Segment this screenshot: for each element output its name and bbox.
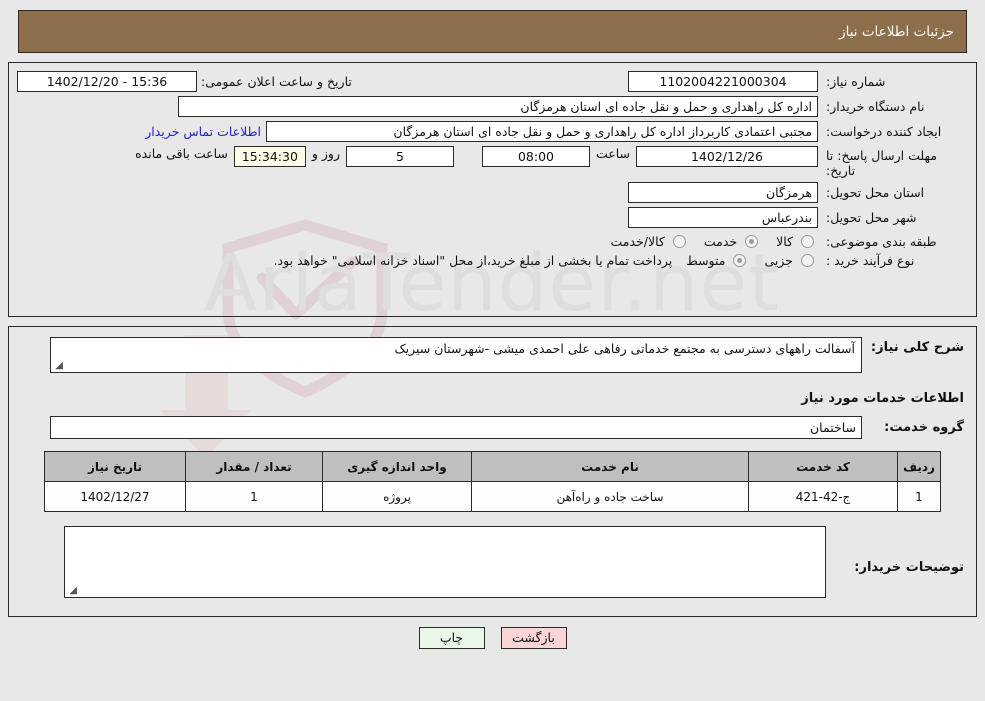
radio-category-goods[interactable] — [801, 235, 814, 248]
buyer-notes-value[interactable]: ◢ — [64, 526, 826, 598]
row-buyer-notes: توضیحات خریدار: ◢ — [17, 526, 968, 604]
cell-need-date: 1402/12/27 — [44, 481, 186, 512]
th-unit: واحد اندازه گیری — [322, 451, 472, 482]
row-creator: ایجاد کننده درخواست: مجتبی اعتمادی کاربر… — [9, 121, 976, 142]
radio-category-goods-service-label: کالا/خدمت — [610, 234, 665, 249]
remaining-time-suffix: ساعت باقی مانده — [135, 146, 228, 161]
print-button[interactable]: چاپ — [418, 627, 485, 649]
province-label: استان محل تحویل: — [826, 185, 925, 200]
public-announce-label: تاریخ و ساعت اعلان عمومی: — [201, 74, 352, 89]
need-number-label: شماره نیاز: — [826, 74, 886, 89]
need-detail-panel: شرح کلی نیاز: آسفالت راههای دسترسی به مج… — [8, 326, 977, 617]
creator-label: ایجاد کننده درخواست: — [826, 124, 942, 139]
services-section-title: اطلاعات خدمات مورد نیاز — [801, 391, 964, 406]
cell-name: ساخت جاده و راه‌آهن — [471, 481, 749, 512]
deadline-label: مهلت ارسال پاسخ: تا تاریخ: — [826, 148, 937, 178]
remaining-days-value: 5 — [345, 146, 454, 167]
service-group-label: گروه خدمت: — [884, 420, 964, 435]
row-buyer-org: نام دستگاه خریدار: اداره کل راهداری و حم… — [9, 96, 976, 117]
buyer-contact-link[interactable]: اطلاعات تماس خریدار — [140, 124, 266, 139]
table-row: 1 ج-42-421 ساخت جاده و راه‌آهن پروژه 1 1… — [44, 481, 941, 512]
need-summary-panel: شماره نیاز: 1102004221000304 تاریخ و ساع… — [8, 62, 977, 317]
row-province: استان محل تحویل: هرمزگان — [9, 182, 976, 203]
th-need-date: تاریخ نیاز — [44, 451, 186, 482]
back-button[interactable]: بازگشت — [500, 627, 567, 649]
row-process-type: نوع فرآیند خرید : جزیی متوسط پرداخت تمام… — [9, 253, 976, 268]
buyer-notes-label: توضیحات خریدار: — [854, 560, 964, 575]
general-description-text: آسفالت راههای دسترسی به مجتمع خدماتی رفا… — [394, 341, 855, 356]
category-label: طبقه بندی موضوعی: — [826, 234, 937, 249]
th-index: ردیف — [897, 451, 941, 482]
radio-category-goods-service[interactable] — [672, 235, 686, 248]
resize-grip-icon[interactable]: ◢ — [53, 361, 63, 371]
deadline-hour-value: 08:00 — [481, 146, 590, 167]
row-city: شهر محل تحویل: بندرعباس — [9, 207, 976, 228]
process-note: پرداخت تمام یا بخشی از مبلغ خرید،از محل … — [273, 253, 673, 268]
radio-category-goods-label: کالا — [776, 234, 793, 249]
process-radio-group: جزیی متوسط — [674, 253, 818, 268]
cell-quantity: 1 — [185, 481, 323, 512]
radio-category-service[interactable] — [745, 235, 759, 248]
resize-grip-icon[interactable]: ◢ — [67, 586, 77, 596]
deadline-date-value: 1402/12/26 — [636, 146, 818, 167]
remaining-time-value: 15:34:30 — [233, 146, 306, 167]
page-root: جزئیات اطلاعات نیاز شماره نیاز: 11020042… — [0, 10, 985, 649]
row-category: طبقه بندی موضوعی: کالا خدمت کالا/خدمت — [9, 234, 976, 249]
row-deadline: مهلت ارسال پاسخ: تا تاریخ: 1402/12/26 سا… — [9, 146, 976, 178]
table-header-row: ردیف کد خدمت نام خدمت واحد اندازه گیری ت… — [44, 451, 941, 482]
page-title-bar: جزئیات اطلاعات نیاز — [18, 10, 967, 53]
page-title: جزئیات اطلاعات نیاز — [839, 23, 954, 40]
province-value: هرمزگان — [628, 182, 818, 203]
radio-process-minor-label: جزیی — [764, 253, 793, 268]
service-group-value: ساختمان — [50, 416, 862, 439]
row-service-group: گروه خدمت: ساختمان — [17, 416, 968, 445]
radio-process-minor[interactable] — [801, 254, 814, 267]
action-button-bar: بازگشت چاپ — [0, 627, 985, 649]
services-table: ردیف کد خدمت نام خدمت واحد اندازه گیری ت… — [44, 451, 941, 512]
public-announce-value: 15:36 - 1402/12/20 — [17, 71, 197, 92]
row-general-description: شرح کلی نیاز: آسفالت راههای دسترسی به مج… — [17, 337, 968, 379]
th-code: کد خدمت — [748, 451, 898, 482]
buyer-org-label: نام دستگاه خریدار: — [826, 99, 925, 114]
process-type-label: نوع فرآیند خرید : — [826, 253, 915, 268]
buyer-org-value: اداره کل راهداری و حمل و نقل جاده ای است… — [178, 96, 818, 117]
creator-value: مجتبی اعتمادی کاربرداز اداره کل راهداری … — [266, 121, 818, 142]
deadline-hour-label: ساعت — [595, 146, 630, 161]
cell-unit: پروژه — [322, 481, 472, 512]
city-value: بندرعباس — [628, 207, 818, 228]
city-label: شهر محل تحویل: — [826, 210, 917, 225]
cell-index: 1 — [897, 481, 941, 512]
radio-process-medium-label: متوسط — [686, 253, 726, 268]
cell-code: ج-42-421 — [748, 481, 898, 512]
th-quantity: تعداد / مقدار — [185, 451, 323, 482]
general-description-label: شرح کلی نیاز: — [870, 340, 964, 355]
radio-category-service-label: خدمت — [703, 234, 738, 249]
radio-process-medium[interactable] — [733, 254, 747, 267]
remaining-days-suffix: روز و — [311, 146, 340, 161]
category-radio-group: کالا خدمت کالا/خدمت — [598, 234, 818, 249]
general-description-value[interactable]: آسفالت راههای دسترسی به مجتمع خدماتی رفا… — [50, 337, 862, 373]
need-number-value: 1102004221000304 — [628, 71, 818, 92]
th-name: نام خدمت — [471, 451, 749, 482]
row-need-number: شماره نیاز: 1102004221000304 تاریخ و ساع… — [9, 71, 976, 92]
